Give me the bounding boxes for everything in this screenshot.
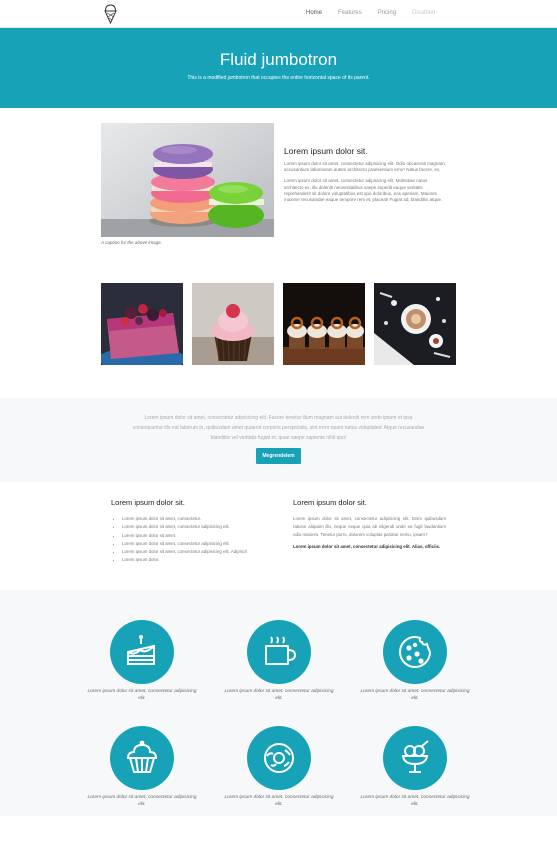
nav-link-pricing[interactable]: Pricing <box>378 10 396 16</box>
list-item: Lorem ipsum dolor sit amet, consectetur … <box>122 540 277 548</box>
icon-caption: Lorem ipsum dolor sit amet, consectetur … <box>224 689 334 702</box>
left-column-title: Lorem ipsum dolor sit. <box>111 498 185 507</box>
icon-circle <box>383 620 447 684</box>
feature-text-block: Lorem ipsum dolor sit. Lorem ipsum dolor… <box>284 146 446 208</box>
icon-caption: Lorem ipsum dolor sit amet, consectetur … <box>360 795 470 808</box>
icon-feature-donut: Lorem ipsum dolor sit amet, consectetur … <box>224 726 334 808</box>
icon-features-section: Lorem ipsum dolor sit amet, consectetur … <box>0 590 557 816</box>
image-caption: A caption for the above image. <box>101 240 162 245</box>
icon-feature-cookie: Lorem ipsum dolor sit amet, consectetur … <box>360 620 470 702</box>
gallery-image-cupcake[interactable] <box>192 283 274 365</box>
list-item: Lorem ipsum dolor sit amet. <box>122 532 277 540</box>
icon-caption: Lorem ipsum dolor sit amet, consectetur … <box>87 689 197 702</box>
right-column-bold-paragraph: Lorem ipsum dolor sit amet, consectetur … <box>293 544 441 549</box>
cta-text: Lorem ipsum dolor sit amet, consectetur … <box>132 415 425 441</box>
icon-circle <box>110 620 174 684</box>
macarons-image <box>101 123 274 237</box>
icon-circle <box>110 726 174 790</box>
ice-cream-logo-icon[interactable] <box>104 4 117 24</box>
icon-feature-cake: Lorem ipsum dolor sit amet, consectetur … <box>87 620 197 702</box>
nav-menu: Home Features Pricing Disabled <box>306 10 451 16</box>
icon-circle <box>247 620 311 684</box>
list-item: Lorem ipsum dolor sit amet, consectetur. <box>122 515 277 523</box>
left-column-list: Lorem ipsum dolor sit amet, consectetur.… <box>111 515 277 565</box>
jumbotron-title: Fluid jumbotron <box>219 50 338 69</box>
feature-title: Lorem ipsum dolor sit. <box>284 146 368 156</box>
icon-caption: Lorem ipsum dolor sit amet, consectetur … <box>224 795 334 808</box>
cookie-icon <box>399 635 432 668</box>
coffee-cup-icon <box>265 636 297 665</box>
feature-paragraph-1: Lorem ipsum dolor sit amet, consectetur … <box>284 161 446 173</box>
gallery-image-berry-cake[interactable] <box>101 283 183 365</box>
call-to-action-section: Lorem ipsum dolor sit amet, consectetur … <box>0 398 557 482</box>
ice-cream-icon <box>401 740 429 773</box>
nav-link-disabled: Disabled <box>412 10 436 16</box>
list-item: Lorem ipsum dolor. <box>122 556 277 564</box>
icon-feature-coffee: Lorem ipsum dolor sit amet, consectetur … <box>224 620 334 702</box>
left-column: Lorem ipsum dolor sit. Lorem ipsum dolor… <box>111 498 277 565</box>
right-column: Lorem ipsum dolor sit. Lorem ipsum dolor… <box>293 498 446 555</box>
gallery-image-pretzel-cupcakes[interactable] <box>283 283 365 365</box>
icon-feature-cupcake: Lorem ipsum dolor sit amet, consectetur … <box>87 726 197 808</box>
icon-circle <box>383 726 447 790</box>
icon-caption: Lorem ipsum dolor sit amet, consectetur … <box>87 795 197 808</box>
list-item: Lorem ipsum dolor sit amet, consectetur … <box>122 548 277 556</box>
icon-caption: Lorem ipsum dolor sit amet, consectetur … <box>360 689 470 702</box>
right-column-title: Lorem ipsum dolor sit. <box>293 498 367 507</box>
right-column-paragraph: Lorem ipsum dolor sit amet, consectetur … <box>293 516 446 537</box>
list-item: Lorem ipsum dolor sit amet, consectetur … <box>122 523 277 531</box>
navbar: Home Features Pricing Disabled <box>0 0 557 28</box>
jumbotron-lead: This is a modified jumbotron that occupi… <box>187 75 370 81</box>
nav-link-features[interactable]: Features <box>338 10 362 16</box>
icon-feature-ice-cream: Lorem ipsum dolor sit amet, consectetur … <box>360 726 470 808</box>
donut-icon <box>264 743 294 773</box>
gallery-image-coffee-flatlay[interactable] <box>374 283 456 365</box>
icon-circle <box>247 726 311 790</box>
jumbotron: Fluid jumbotron This is a modified jumbo… <box>0 28 557 108</box>
order-button[interactable]: Megrendelem <box>256 448 301 464</box>
cake-icon <box>127 635 155 665</box>
cupcake-icon <box>126 740 158 773</box>
feature-paragraph-2: Lorem ipsum dolor sit amet, consectetur … <box>284 178 443 203</box>
nav-link-home[interactable]: Home <box>306 10 322 16</box>
